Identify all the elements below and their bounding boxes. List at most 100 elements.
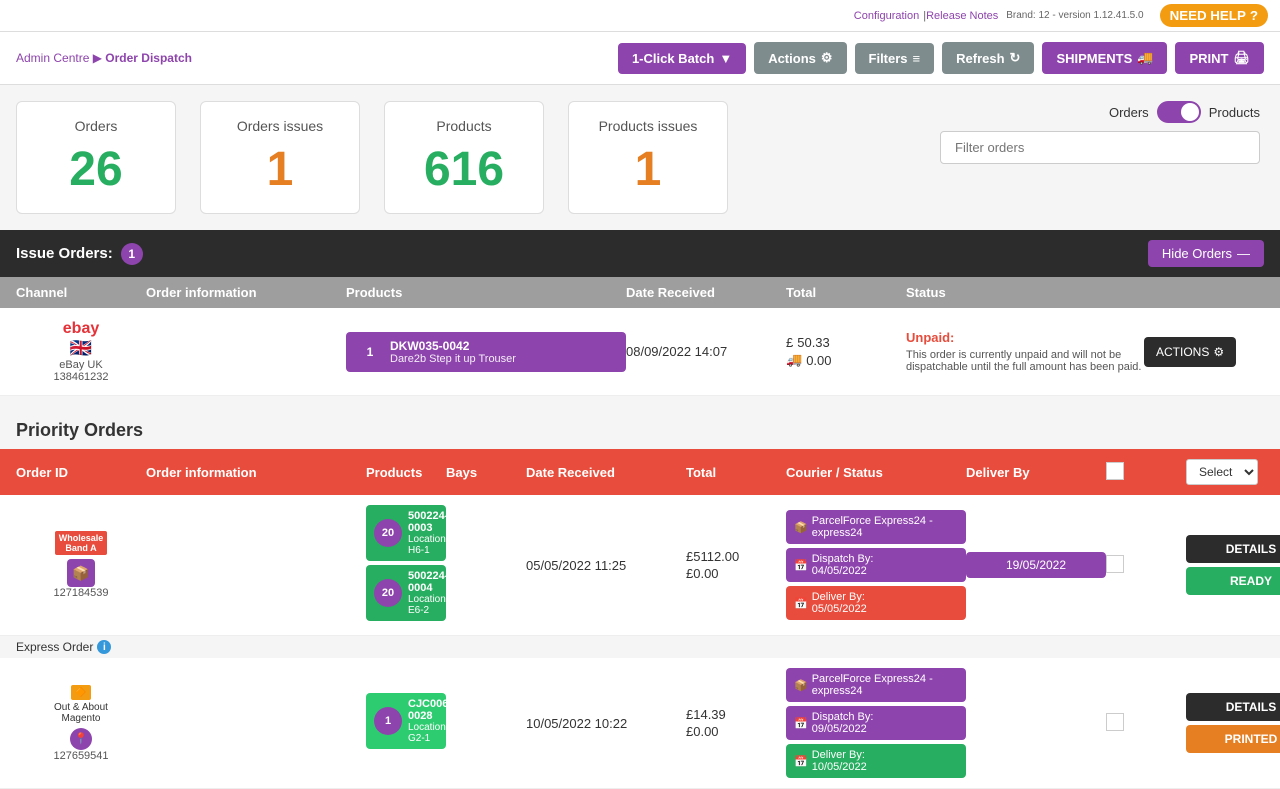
calendar-icon-2: 📅: [794, 717, 808, 730]
flag-icon: 🇬🇧: [70, 338, 92, 359]
p-check-1: [1106, 555, 1186, 576]
status-title: Unpaid:: [906, 330, 1144, 345]
question-icon: ?: [1250, 8, 1258, 23]
dispatch-date-1: 04/05/2022: [812, 565, 874, 577]
p-channel-id-1: 127184539: [53, 587, 108, 599]
p-col-courier: Courier / Status: [786, 465, 966, 480]
filter-orders-input[interactable]: [940, 131, 1260, 164]
p-date-value-1: 05/05/2022 11:25: [526, 558, 686, 573]
dispatch-date-2: 09/05/2022: [812, 723, 874, 735]
select-dropdown[interactable]: Select: [1186, 459, 1258, 485]
col-status: Status: [906, 285, 1144, 300]
p-courier-1: 📦 ParcelForce Express24 - express24 📅 Di…: [786, 510, 966, 620]
details-button-1[interactable]: DETAILS: [1186, 535, 1280, 563]
printed-button-2[interactable]: PRINTED: [1186, 725, 1280, 753]
products-label: Products: [409, 118, 519, 134]
deliver-badge-2: 📅 Deliver By: 10/05/2022: [786, 744, 966, 778]
p-col-total: Total: [686, 465, 786, 480]
breadcrumb: Admin Centre ▶ Order Dispatch: [16, 51, 610, 65]
p-total-2: £14.39 £0.00: [686, 707, 786, 739]
channel-info: ebay 🇬🇧 eBay UK 138461232: [16, 320, 146, 383]
row-checkbox-1[interactable]: [1106, 555, 1124, 573]
express-order-label: Express Order i: [0, 636, 1280, 658]
orders-products-toggle[interactable]: [1157, 101, 1201, 123]
p-col-bays: Bays: [446, 465, 526, 480]
truck-icon2: 🚚: [786, 352, 802, 368]
1click-batch-button[interactable]: 1-Click Batch ▼: [618, 43, 746, 74]
col-actions: [1144, 285, 1264, 300]
p-channel-2: 🔶 Out & AboutMagento 📍 127659541: [16, 685, 146, 762]
release-notes-link[interactable]: Release Notes: [926, 10, 998, 22]
breadcrumb-home[interactable]: Admin Centre: [16, 51, 89, 65]
wholesale-logo: WholesaleBand A: [55, 531, 108, 555]
p-products-1: 20 500224-0003 Location(s): H6-1 20 5002…: [366, 505, 446, 625]
actions-button[interactable]: Actions ⚙: [754, 42, 846, 74]
print-button[interactable]: PRINT 🖨: [1175, 42, 1264, 74]
deliver-badge-1: 📅 Deliver By: 05/05/2022: [786, 586, 966, 620]
brand-info: Brand: 12 - version 1.12.41.5.0: [1006, 10, 1143, 21]
hide-orders-label: Hide Orders: [1162, 246, 1232, 261]
select-all-checkbox[interactable]: [1106, 462, 1124, 480]
courier-name-1: ParcelForce Express24 - express24: [812, 515, 958, 539]
col-channel: Channel: [16, 285, 146, 300]
qty-1b: 20: [374, 579, 402, 607]
ready-button-1[interactable]: READY: [1186, 567, 1280, 595]
date-received: 08/09/2022 14:07: [626, 344, 786, 359]
hide-orders-button[interactable]: Hide Orders —: [1148, 240, 1264, 267]
orders-stat-card[interactable]: Orders 26: [16, 101, 176, 214]
dispatch-label-2: Dispatch By:: [812, 711, 874, 723]
issue-orders-label: Issue Orders:: [16, 245, 113, 262]
actions-label: Actions: [768, 51, 816, 66]
row-actions: ACTIONS ⚙: [1144, 337, 1264, 367]
filters-button[interactable]: Filters ≡: [855, 43, 935, 74]
p-total-1: £5112.00 £0.00: [686, 549, 786, 581]
dispatch-label-1: Dispatch By:: [812, 553, 874, 565]
col-products: Products: [346, 285, 626, 300]
config-link[interactable]: Configuration: [854, 10, 919, 22]
shipping-amount: 0.00: [806, 353, 831, 368]
1click-batch-label: 1-Click Batch: [632, 51, 714, 66]
channel-name: eBay UK: [59, 359, 102, 371]
refresh-label: Refresh: [956, 51, 1004, 66]
p-col-date: Date Received: [526, 465, 686, 480]
refresh-button[interactable]: Refresh ↻: [942, 42, 1034, 74]
p-date-value-2: 10/05/2022 10:22: [526, 716, 686, 731]
total-amount-1: £5112.00: [686, 549, 786, 564]
deliver-date-1: 05/05/2022: [812, 603, 867, 615]
products-issues-value: 1: [593, 142, 703, 197]
p-channel-1: WholesaleBand A 📦 127184539: [16, 531, 146, 599]
details-button-2[interactable]: DETAILS: [1186, 693, 1280, 721]
row-checkbox-2[interactable]: [1106, 713, 1124, 731]
deliver-by-badge-1: 19/05/2022: [966, 552, 1106, 578]
issue-orders-title: Issue Orders: 1: [16, 243, 143, 265]
orders-issues-value: 1: [225, 142, 335, 197]
product-pill-2a: 1 CJC006-0028 Location(s): G2-1: [366, 693, 446, 749]
courier-icon-1: 📦: [794, 521, 808, 534]
p-date-1: 05/05/2022 11:25: [526, 558, 686, 573]
orders-issues-stat-card[interactable]: Orders issues 1: [200, 101, 360, 214]
products-issues-stat-card[interactable]: Products issues 1: [568, 101, 728, 214]
need-help-button[interactable]: NEED HELP ?: [1160, 4, 1268, 27]
shipments-button[interactable]: SHIPMENTS 🚚: [1042, 42, 1167, 74]
priority-row-2: 🔶 Out & AboutMagento 📍 127659541 1 CJC00…: [0, 658, 1280, 789]
filter-icon: ≡: [913, 51, 921, 66]
actions-label2: ACTIONS: [1156, 345, 1209, 359]
stats-row: Orders 26 Orders issues 1 Products 616 P…: [0, 85, 1280, 230]
products-value: 616: [409, 142, 519, 197]
courier-icon-2: 📦: [794, 679, 808, 692]
orders-label: Orders: [41, 118, 151, 134]
store-icon-2: 📍: [70, 728, 92, 750]
deliver-label-2: Deliver By:: [812, 749, 867, 761]
product-pill-1a: 20 500224-0003 Location(s): H6-1: [366, 505, 446, 561]
row-actions-button[interactable]: ACTIONS ⚙: [1144, 337, 1236, 367]
products-issues-label: Products issues: [593, 118, 703, 134]
courier-badge-2: 📦 ParcelForce Express24 - express24: [786, 668, 966, 702]
products-stat-card[interactable]: Products 616: [384, 101, 544, 214]
status-msg: This order is currently unpaid and will …: [906, 349, 1144, 373]
priority-orders-section: Priority Orders Order ID Order informati…: [0, 412, 1280, 789]
p-courier-2: 📦 ParcelForce Express24 - express24 📅 Di…: [786, 668, 966, 778]
total-info: £ 50.33 🚚 0.00: [786, 335, 906, 368]
priority-row-1: WholesaleBand A 📦 127184539 20 500224-00…: [0, 495, 1280, 636]
p-products-2: 1 CJC006-0028 Location(s): G2-1: [366, 693, 446, 753]
total-amount-line: £ 50.33: [786, 335, 906, 350]
